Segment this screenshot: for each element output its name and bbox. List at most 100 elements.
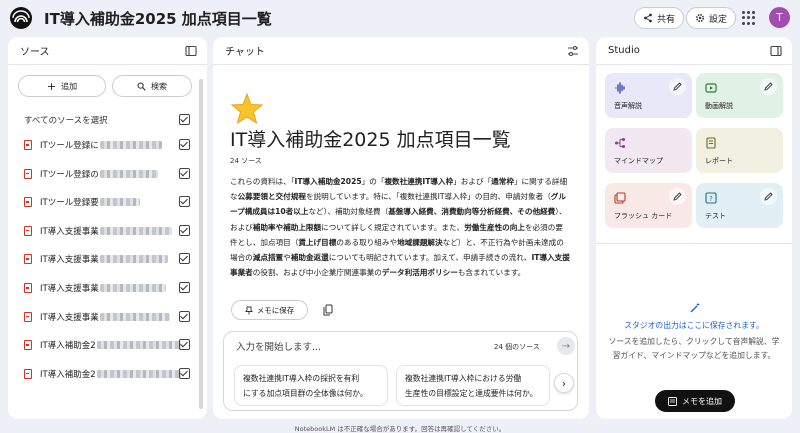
search-source-button[interactable]: 検索: [112, 75, 192, 97]
studio-header: Studio: [596, 37, 792, 65]
summary-text: のある取り組みや: [336, 237, 398, 247]
sources-panel: ソース + 追加 検索 すべてのソースを選択 ITツール登録に ITツール登録の I…: [8, 37, 207, 419]
source-list-scrollbar[interactable]: [199, 79, 203, 409]
source-item[interactable]: IT導入補助金2: [24, 337, 194, 353]
source-item[interactable]: IT導入補助金2: [24, 366, 194, 382]
studio-title: Studio: [608, 45, 640, 56]
redacted-text: [99, 169, 158, 178]
mindmap-icon: [615, 138, 625, 148]
suggestion-line: 生産性の目標設定と達成要件は何か。: [405, 389, 538, 398]
suggested-question-2[interactable]: 複数社連携IT導入枠における労働 生産性の目標設定と達成要件は何か。: [396, 365, 550, 406]
avatar[interactable]: T: [769, 7, 790, 28]
summary-keyword: 地域課題解決: [397, 237, 443, 247]
edit-pencil-icon[interactable]: [760, 188, 777, 205]
source-item[interactable]: ITツール登録に: [24, 137, 194, 153]
select-all-checkbox[interactable]: [179, 114, 190, 125]
chat-input[interactable]: 入力を開始します...: [236, 339, 321, 353]
collapse-panel-icon[interactable]: [770, 45, 782, 57]
suggestion-line: 複数社連携IT導入枠における労働: [405, 374, 522, 383]
chat-input-area: 入力を開始します... 24 個のソース → 複数社連携IT導入枠の採択を有利 …: [223, 331, 578, 411]
source-checkbox[interactable]: [179, 139, 190, 150]
source-item-label: IT導入補助金2: [40, 369, 96, 380]
summary-keyword: 複数社連携IT導入枠: [384, 177, 454, 186]
studio-tile[interactable]: レポート: [696, 128, 783, 173]
notebook-summary: これらの資料は、「IT導入補助金2025」の「複数社連携IT導入枠」および「通常…: [230, 174, 570, 280]
quiz-icon: ?: [705, 192, 717, 204]
source-item[interactable]: ITツール登録の: [24, 166, 194, 182]
studio-panel: Studio 音声解説 動画解説 マインドマップ レポート フラッシュ カード? テスト …: [596, 37, 792, 419]
pdf-icon: [24, 340, 32, 351]
source-item-label: IT導入支援事業: [40, 226, 99, 237]
source-checkbox[interactable]: [179, 339, 190, 351]
source-item[interactable]: IT導入支援事業: [24, 309, 194, 325]
send-button[interactable]: →: [557, 337, 575, 355]
arrow-right-icon: →: [561, 340, 571, 352]
source-item-label: IT導入支援事業: [40, 255, 99, 266]
source-item[interactable]: ITツール登録要: [24, 194, 194, 210]
studio-tile[interactable]: 動画解説: [696, 73, 783, 118]
source-item[interactable]: IT導入支援事業: [24, 251, 194, 267]
source-checkbox[interactable]: [179, 282, 190, 293]
add-source-label: 追加: [61, 81, 78, 91]
gear-icon: [695, 13, 705, 23]
studio-tile[interactable]: ? テスト: [696, 183, 783, 228]
sources-title: ソース: [20, 47, 50, 58]
add-memo-button[interactable]: メモを追加: [655, 390, 735, 412]
notebook-title[interactable]: IT導入補助金2025 加点項目一覧: [44, 8, 272, 29]
search-sparkle-icon: [137, 82, 146, 91]
pdf-icon: [24, 283, 32, 293]
summary-text: も含まれています。: [457, 268, 526, 278]
summary-text: を説明しています。特に、「複数社連携IT導入枠」の目的、申請対象者（: [305, 192, 551, 202]
next-suggestions-button[interactable]: ›: [554, 373, 574, 393]
apps-grid-icon[interactable]: [742, 11, 756, 25]
notebooklm-logo-icon[interactable]: [10, 7, 32, 29]
source-item[interactable]: IT導入支援事業: [24, 280, 194, 296]
source-checkbox[interactable]: [179, 367, 190, 379]
share-button[interactable]: 共有: [634, 7, 685, 29]
source-checkbox[interactable]: [179, 167, 190, 179]
chat-header: チャット: [213, 37, 589, 65]
plus-icon: +: [46, 79, 57, 93]
tune-settings-icon[interactable]: [567, 45, 579, 57]
collapse-panel-icon[interactable]: [185, 45, 197, 57]
add-source-button[interactable]: + 追加: [18, 75, 106, 97]
summary-keyword: 補助率や補助上限額: [252, 222, 322, 232]
studio-tile[interactable]: マインドマップ: [605, 128, 692, 173]
summary-text: 」および「: [453, 177, 492, 186]
select-all-row[interactable]: すべてのソースを選択: [24, 114, 194, 126]
edit-pencil-icon[interactable]: [669, 78, 686, 95]
source-checkbox[interactable]: [179, 310, 190, 322]
source-item-label: ITツール登録要: [40, 198, 99, 209]
redacted-text: [96, 341, 181, 350]
studio-tile[interactable]: 音声解説: [605, 73, 692, 118]
source-item-label: IT導入補助金2: [40, 341, 96, 352]
summary-keyword: データ利活用ポリシー: [381, 268, 458, 278]
source-item-label: IT導入支援事業: [40, 312, 99, 323]
source-checkbox[interactable]: [179, 253, 190, 265]
pdf-icon: [24, 225, 32, 236]
studio-empty-title: スタジオの出力はここに保存されます。: [624, 321, 764, 330]
copy-icon[interactable]: [323, 304, 333, 316]
studio-tile[interactable]: フラッシュ カード: [605, 183, 692, 228]
summary-text: など）、補助対象経費（: [308, 207, 389, 217]
share-label: 共有: [657, 14, 676, 25]
studio-tile-label: マインドマップ: [614, 157, 663, 165]
settings-button[interactable]: 設定: [686, 7, 737, 29]
pdf-icon: [24, 311, 32, 322]
summary-keyword: 減点措置: [252, 253, 284, 263]
source-checkbox[interactable]: [179, 196, 190, 208]
source-checkbox[interactable]: [179, 224, 190, 236]
divider: [596, 243, 792, 244]
source-item[interactable]: IT導入支援事業: [24, 223, 194, 239]
summary-keyword: 公募要領と交付規程: [237, 192, 306, 202]
summary-text: これらの資料は、「: [230, 177, 295, 186]
edit-pencil-icon[interactable]: [669, 188, 686, 205]
studio-empty-description: ソースを追加したら、クリックして音声解説、学習ガイド、マインドマップなどを追加し…: [608, 337, 780, 360]
notebook-heading: IT導入補助金2025 加点項目一覧: [230, 129, 511, 151]
source-item-label: ITツール登録の: [40, 169, 99, 180]
edit-pencil-icon[interactable]: [760, 78, 777, 95]
save-to-memo-button[interactable]: メモに保存: [231, 300, 308, 320]
svg-text:?: ?: [709, 195, 713, 203]
chevron-right-icon: ›: [561, 376, 567, 390]
suggested-question-1[interactable]: 複数社連携IT導入枠の採択を有利 にする加点項目群の全体像は何か。: [234, 365, 388, 406]
